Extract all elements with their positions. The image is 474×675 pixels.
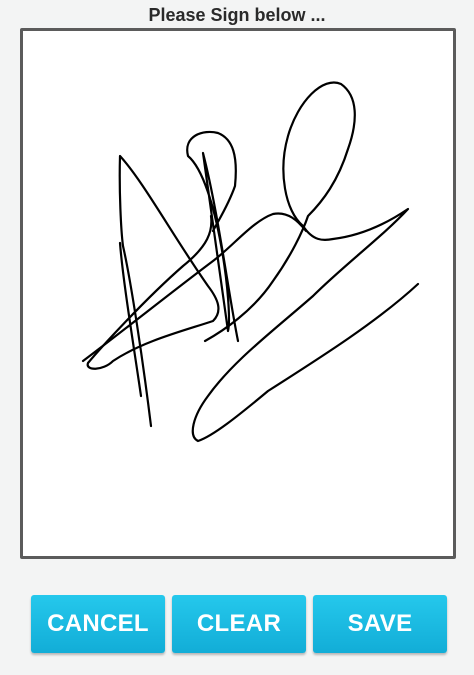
signature-strokes — [81, 81, 420, 443]
signature-stroke-4 — [191, 81, 420, 443]
signature-pad[interactable] — [20, 28, 456, 559]
signature-stroke-1 — [86, 154, 220, 428]
clear-button[interactable]: CLEAR — [172, 595, 306, 653]
action-bar: CANCEL CLEAR SAVE — [0, 595, 474, 655]
cancel-button[interactable]: CANCEL — [31, 595, 165, 653]
page-title: Please Sign below ... — [148, 5, 326, 25]
signature-stroke-5 — [81, 212, 308, 363]
save-button[interactable]: SAVE — [313, 595, 447, 653]
signature-stroke-3 — [186, 130, 240, 343]
